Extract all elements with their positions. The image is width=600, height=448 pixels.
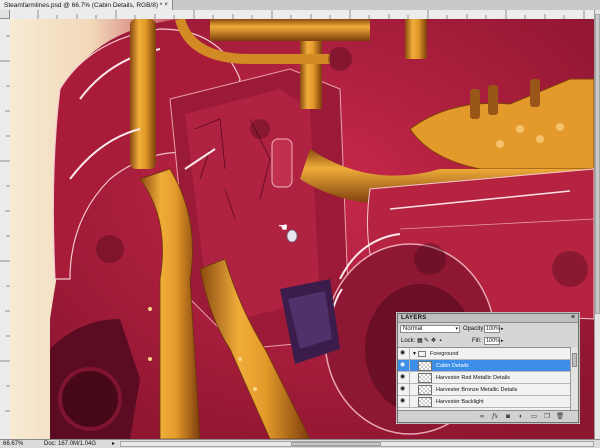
group-icon[interactable]: ▭ — [530, 413, 538, 420]
layer-thumbnail — [418, 361, 432, 371]
panel-menu-icon[interactable]: ≡ — [571, 314, 575, 321]
layer-divider — [409, 396, 410, 408]
layers-lock-row: Lock: ▦ ✎ ✥ ▪ Fill: 100% ▸ — [398, 336, 578, 347]
lock-paint-icon[interactable]: ✎ — [424, 338, 429, 344]
layer-list-scrollbar[interactable] — [570, 347, 578, 410]
layer-thumbnail — [418, 397, 432, 407]
layer-row-backlight[interactable]: ◉ Harvester Backlight — [398, 396, 570, 408]
layer-thumbnail — [418, 385, 432, 395]
layers-panel-title: LAYERS — [401, 315, 427, 321]
link-icon[interactable]: ∞ — [478, 413, 486, 420]
lock-all-icon[interactable]: ▪ — [438, 338, 443, 344]
layer-divider — [409, 372, 410, 384]
status-bar: 66.67% Doc: 167.0M/1.04G ▸ — [0, 439, 600, 448]
layer-thumbnail — [418, 373, 432, 383]
trash-icon[interactable]: 🗑 — [556, 413, 564, 420]
eye-icon[interactable]: ◉ — [400, 350, 407, 356]
layer-list-scroll-thumb[interactable] — [572, 353, 577, 367]
fx-icon[interactable]: fx — [491, 413, 499, 420]
eye-icon[interactable]: ◉ — [400, 386, 407, 392]
eye-icon[interactable]: ◉ — [400, 374, 407, 380]
expand-triangle-icon[interactable]: ▼ — [412, 351, 417, 357]
layers-blend-row: Normal ▾ Opacity: 100% ▸ — [398, 324, 578, 335]
horizontal-scrollbar[interactable] — [120, 441, 594, 447]
layer-divider — [409, 360, 410, 372]
adjustment-icon[interactable]: ◐ — [517, 413, 525, 420]
horizontal-scroll-thumb[interactable] — [291, 442, 381, 446]
mask-icon[interactable]: ◙ — [504, 413, 512, 420]
layer-row-red-metallic[interactable]: ◉ Harvester Red Metallic Details — [398, 372, 570, 384]
layers-panel-header[interactable]: LAYERS ≡ — [398, 314, 578, 323]
lock-transparent-icon[interactable]: ▦ — [417, 338, 423, 344]
folder-icon — [418, 351, 426, 357]
layer-list: ◉ ▼ Foreground ◉ Cabin Details ◉ Harvest… — [398, 347, 570, 411]
chevron-down-icon: ▾ — [455, 326, 458, 332]
opacity-slider-icon[interactable]: ▸ — [501, 325, 506, 333]
zoom-level[interactable]: 66.67% — [3, 441, 23, 447]
horizontal-ruler-ticks — [37, 10, 585, 19]
layer-name: Cabin Details — [436, 363, 469, 369]
layer-row-cabin-details[interactable]: ◉ Cabin Details — [398, 360, 570, 372]
document-tab-title: Steamfarmlines.psd @ 66.7% (Cabin Detail… — [4, 1, 163, 9]
vertical-scroll-thumb[interactable] — [595, 14, 600, 314]
eye-icon[interactable]: ◉ — [400, 398, 407, 404]
eye-icon[interactable]: ◉ — [400, 362, 407, 368]
lock-label: Lock: — [401, 338, 416, 344]
fill-label: Fill: — [472, 338, 482, 344]
document-tab[interactable]: Steamfarmlines.psd @ 66.7% (Cabin Detail… — [0, 0, 173, 10]
status-menu-arrow-icon[interactable]: ▸ — [112, 440, 115, 447]
blend-mode-select[interactable]: Normal ▾ — [400, 325, 460, 333]
layer-name: Harvester Red Metallic Details — [436, 375, 510, 381]
close-icon[interactable]: × — [164, 2, 168, 8]
lock-position-icon[interactable]: ✥ — [431, 338, 436, 344]
layer-divider — [409, 348, 410, 360]
layer-row-foreground[interactable]: ◉ ▼ Foreground — [398, 348, 570, 360]
layer-divider — [409, 384, 410, 396]
document-size: Doc: 167.0M/1.04G — [44, 441, 97, 447]
layer-row-bronze-metallic[interactable]: ◉ Harvester Bronze Metallic Details — [398, 384, 570, 396]
fill-slider-icon[interactable]: ▸ — [501, 337, 506, 345]
opacity-field[interactable]: 100% — [484, 325, 500, 333]
opacity-label: Opacity: — [463, 326, 486, 332]
ruler-corner[interactable] — [0, 10, 10, 19]
vertical-ruler-ticks — [0, 35, 10, 412]
layers-panel: LAYERS ≡ Normal ▾ Opacity: 100% ▸ Lock: … — [397, 313, 579, 423]
blend-mode-value: Normal — [403, 326, 423, 332]
layer-name: Foreground — [430, 351, 459, 357]
vertical-scrollbar[interactable] — [594, 10, 600, 439]
layer-name: Harvester Bronze Metallic Details — [436, 387, 518, 393]
fill-field[interactable]: 100% — [484, 337, 500, 345]
new-layer-icon[interactable]: ❐ — [543, 413, 551, 420]
layer-name: Harvester Backlight — [436, 399, 484, 405]
svg-text:☚: ☚ — [278, 221, 288, 234]
layers-panel-footer: ∞ fx ◙ ◐ ▭ ❐ 🗑 — [398, 410, 578, 422]
